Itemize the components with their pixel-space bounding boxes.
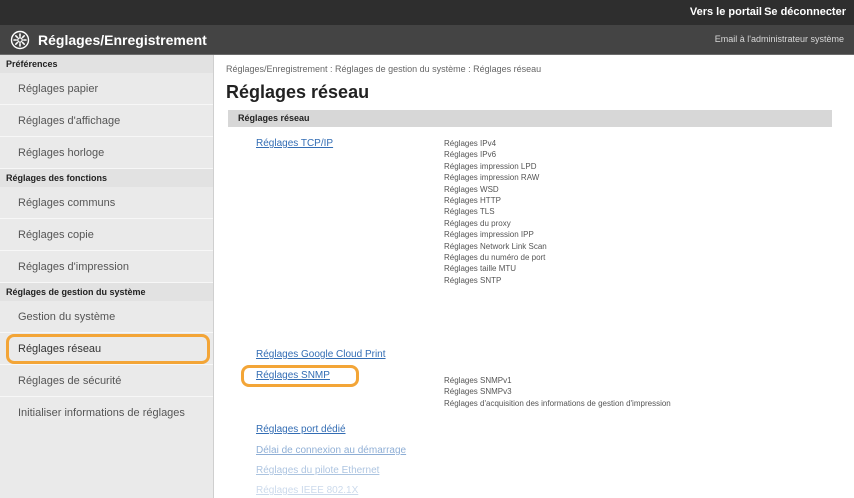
sidebar-item-display[interactable]: Réglages d'affichage: [0, 105, 213, 137]
sidebar-item-common[interactable]: Réglages communs: [0, 187, 213, 219]
main-content: Réglages/Enregistrement : Réglages de ge…: [226, 64, 846, 106]
sidebar: Préférences Réglages papier Réglages d'a…: [0, 55, 214, 498]
breadcrumb: Réglages/Enregistrement : Réglages de ge…: [226, 64, 542, 74]
list-item: Réglages HTTP: [444, 195, 501, 205]
sidebar-item-initialize[interactable]: Initialiser informations de réglages: [0, 397, 213, 429]
sidebar-item-print[interactable]: Réglages d'impression: [0, 251, 213, 283]
list-item: Réglages SNMPv1: [444, 376, 512, 385]
app-title: Réglages/Enregistrement: [38, 32, 207, 48]
sidebar-item-clock[interactable]: Réglages horloge: [0, 137, 213, 169]
tcpip-sublist: Réglages IPv4 Réglages IPv6 Réglages imp…: [444, 138, 547, 286]
logout-link[interactable]: Se déconnecter: [764, 6, 846, 18]
ieee-8021x-link[interactable]: Réglages IEEE 802.1X: [256, 485, 358, 496]
list-item: Réglages WSD: [444, 184, 499, 194]
top-bar: Vers le portail Se déconnecter: [0, 0, 854, 25]
snmp-sublist: Réglages SNMPv1 Réglages SNMPv3 Réglages…: [444, 375, 671, 409]
ethernet-driver-link[interactable]: Réglages du pilote Ethernet: [256, 465, 379, 476]
list-item: Réglages du numéro de port: [444, 252, 546, 262]
sidebar-item-paper[interactable]: Réglages papier: [0, 73, 213, 105]
page-title: Réglages réseau: [226, 82, 370, 102]
list-item: Réglages impression LPD: [444, 161, 537, 171]
list-item: Réglages du proxy: [444, 218, 511, 228]
list-item: Réglages impression RAW: [444, 173, 540, 183]
list-item: Réglages taille MTU: [444, 264, 517, 274]
snmp-link[interactable]: Réglages SNMP: [256, 370, 330, 381]
list-item: Réglages SNTP: [444, 275, 502, 285]
sidebar-section-preferences: Préférences: [0, 55, 213, 73]
sidebar-section-functions: Réglages des fonctions: [0, 169, 213, 187]
list-item: Réglages impression IPP: [444, 230, 534, 240]
sidebar-item-security[interactable]: Réglages de sécurité: [0, 365, 213, 397]
section-header: Réglages réseau: [228, 110, 832, 127]
dedicated-port-link[interactable]: Réglages port dédié: [256, 424, 346, 435]
google-cloud-print-link[interactable]: Réglages Google Cloud Print: [256, 349, 386, 360]
list-item: Réglages Network Link Scan: [444, 241, 547, 251]
network-highlight: [6, 334, 210, 364]
list-item: Réglages IPv6: [444, 150, 497, 160]
list-item: Réglages IPv4: [444, 139, 497, 148]
sidebar-item-system-management[interactable]: Gestion du système: [0, 301, 213, 333]
sidebar-item-copy[interactable]: Réglages copie: [0, 219, 213, 251]
portal-link[interactable]: Vers le portail: [690, 6, 762, 18]
list-item: Réglages d'acquisition des informations …: [444, 398, 671, 408]
sidebar-section-system: Réglages de gestion du système: [0, 283, 213, 301]
app-header: Réglages/Enregistrement Email à l'admini…: [0, 25, 854, 55]
sidebar-item-network[interactable]: Réglages réseau: [0, 333, 213, 365]
gear-icon: [10, 30, 30, 50]
mail-admin-link[interactable]: Email à l'administrateur système: [715, 34, 844, 44]
tcpip-link[interactable]: Réglages TCP/IP: [256, 138, 333, 149]
list-item: Réglages TLS: [444, 207, 495, 217]
startup-delay-link[interactable]: Délai de connexion au démarrage: [256, 445, 406, 456]
list-item: Réglages SNMPv3: [444, 387, 512, 397]
